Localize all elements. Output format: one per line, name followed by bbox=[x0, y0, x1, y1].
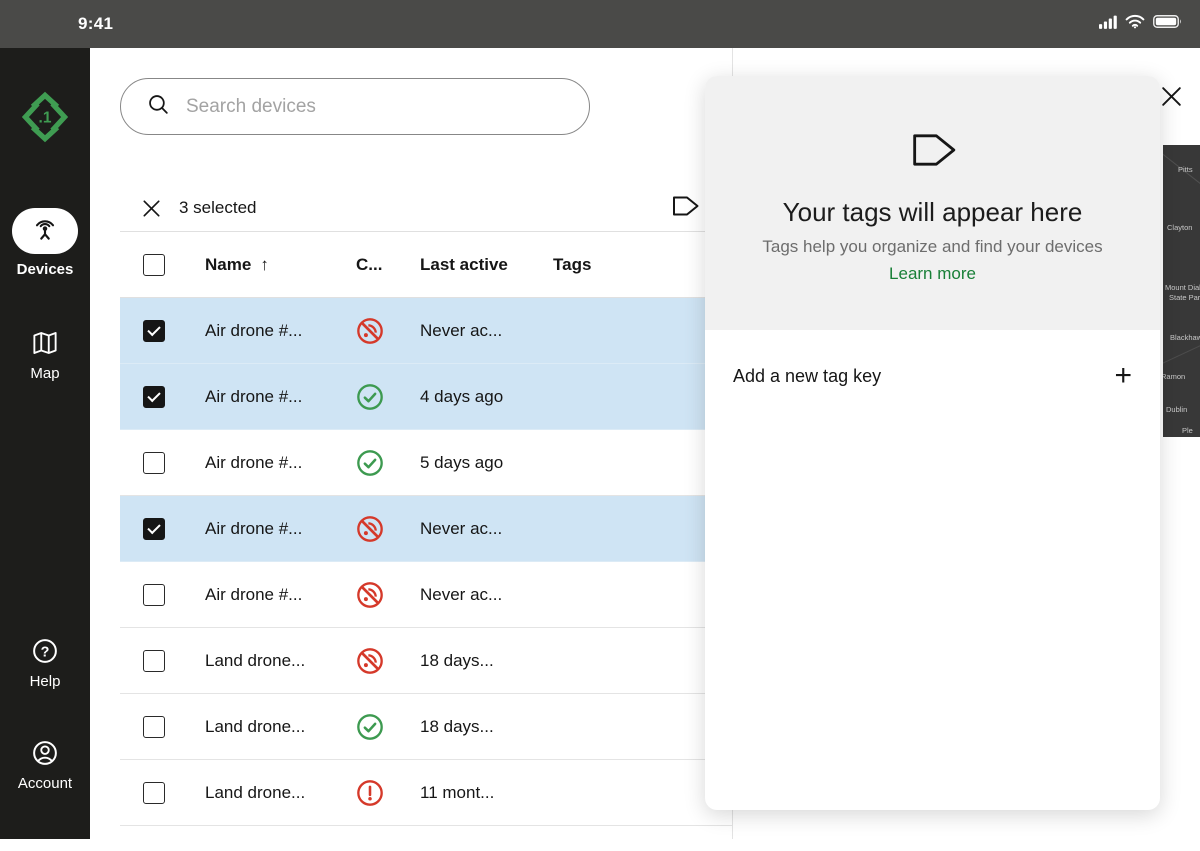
tag-icon bbox=[907, 130, 959, 175]
map-place-label: Ramon bbox=[1163, 372, 1185, 381]
add-tag-plus-button[interactable]: + bbox=[1114, 361, 1132, 391]
last-active-cell: 5 days ago bbox=[420, 430, 503, 496]
table-row[interactable]: Land drone... 11 mont... bbox=[120, 760, 732, 826]
row-checkbox[interactable] bbox=[143, 782, 165, 804]
last-active-cell: 4 days ago bbox=[420, 364, 503, 430]
map-place-label: Mount Diabl bbox=[1165, 283, 1200, 292]
sidebar-item-label: Help bbox=[0, 673, 90, 690]
sort-ascending-icon: ↑ bbox=[260, 255, 269, 274]
sidebar-item-label: Account bbox=[0, 775, 90, 792]
selection-count: 3 selected bbox=[179, 198, 257, 218]
app-screen: 9:41 bbox=[0, 0, 1200, 851]
search-bar bbox=[120, 78, 590, 135]
map-thumbnail[interactable]: Pitts Clayton Mount DiablState Park Blackha… bbox=[1163, 145, 1200, 437]
last-active-cell: Never ac... bbox=[420, 496, 502, 562]
tags-empty-state: Your tags will appear here Tags help you… bbox=[705, 76, 1160, 330]
connectivity-online-icon bbox=[356, 713, 384, 741]
broadcast-icon bbox=[30, 214, 60, 249]
map-icon bbox=[0, 328, 90, 358]
row-checkbox[interactable] bbox=[143, 452, 165, 474]
sidebar: .1 Devices bbox=[0, 48, 90, 839]
connectivity-offline-icon bbox=[356, 515, 384, 543]
device-table-header: Name↑ C... Last active Tags bbox=[120, 232, 732, 298]
table-row[interactable]: Air drone #... Never ac... bbox=[120, 298, 732, 364]
status-bar: 9:41 bbox=[0, 0, 1200, 48]
table-row[interactable]: Land drone... 18 days... bbox=[120, 628, 732, 694]
svg-text:?: ? bbox=[41, 644, 50, 660]
row-checkbox[interactable] bbox=[143, 320, 165, 342]
device-name: Air drone #... bbox=[205, 562, 302, 628]
column-header-tags[interactable]: Tags bbox=[553, 232, 591, 298]
table-row[interactable]: Air drone #... 5 days ago bbox=[120, 430, 732, 496]
sidebar-item-label: Devices bbox=[0, 261, 90, 278]
connectivity-offline-icon bbox=[356, 647, 384, 675]
select-all-checkbox[interactable] bbox=[143, 254, 165, 276]
device-name: Air drone #... bbox=[205, 430, 302, 496]
map-place-label: Ple bbox=[1182, 426, 1193, 435]
last-active-cell: 11 mont... bbox=[420, 760, 494, 826]
row-checkbox[interactable] bbox=[143, 386, 165, 408]
sidebar-item-map[interactable]: Map bbox=[0, 328, 90, 382]
connectivity-offline-icon bbox=[356, 317, 384, 345]
learn-more-link[interactable]: Learn more bbox=[889, 264, 976, 284]
tag-selected-button[interactable] bbox=[670, 193, 700, 219]
sidebar-item-help[interactable]: ? Help bbox=[0, 636, 90, 690]
column-header-last-active[interactable]: Last active bbox=[420, 232, 508, 298]
last-active-cell: Never ac... bbox=[420, 562, 502, 628]
cellular-signal-icon bbox=[1099, 15, 1117, 34]
last-active-cell: 18 days... bbox=[420, 628, 494, 694]
map-place-label: Clayton bbox=[1167, 223, 1192, 232]
app-logo: .1 bbox=[16, 86, 74, 148]
map-place-label: Dublin bbox=[1166, 405, 1187, 414]
search-icon bbox=[146, 92, 171, 122]
devices-active-pill bbox=[12, 208, 78, 254]
status-icons bbox=[1099, 0, 1182, 48]
sidebar-item-devices[interactable]: Devices bbox=[0, 208, 90, 278]
table-row[interactable]: Air drone #... 4 days ago bbox=[120, 364, 732, 430]
sidebar-item-label: Map bbox=[0, 365, 90, 382]
device-name: Land drone... bbox=[205, 628, 305, 694]
add-tag-row[interactable]: Add a new tag key + bbox=[705, 350, 1160, 402]
device-name: Land drone... bbox=[205, 760, 305, 826]
account-icon bbox=[0, 738, 90, 768]
tags-modal: Your tags will appear here Tags help you… bbox=[705, 76, 1160, 810]
map-place-label: Blackhaw bbox=[1170, 333, 1200, 342]
tags-empty-title: Your tags will appear here bbox=[783, 197, 1083, 228]
connectivity-alert-icon bbox=[356, 779, 384, 807]
row-checkbox[interactable] bbox=[143, 650, 165, 672]
device-name: Air drone #... bbox=[205, 496, 302, 562]
last-active-cell: 18 days... bbox=[420, 694, 494, 760]
help-icon: ? bbox=[0, 636, 90, 666]
device-name: Air drone #... bbox=[205, 364, 302, 430]
search-input[interactable] bbox=[184, 95, 568, 119]
clear-selection-button[interactable] bbox=[140, 197, 163, 220]
row-checkbox[interactable] bbox=[143, 716, 165, 738]
tags-empty-subtitle: Tags help you organize and find your dev… bbox=[762, 237, 1102, 257]
connectivity-online-icon bbox=[356, 449, 384, 477]
map-place-label: State Park bbox=[1169, 293, 1200, 302]
add-tag-label: Add a new tag key bbox=[733, 366, 881, 387]
row-checkbox[interactable] bbox=[143, 518, 165, 540]
table-row[interactable]: Air drone #... Never ac... bbox=[120, 562, 732, 628]
column-header-name[interactable]: Name↑ bbox=[205, 232, 269, 298]
table-row[interactable]: Land drone... 18 days... bbox=[120, 694, 732, 760]
battery-icon bbox=[1153, 15, 1182, 33]
map-place-label: Pitts bbox=[1178, 165, 1193, 174]
panel-close-button[interactable] bbox=[1159, 84, 1184, 109]
selection-bar: 3 selected bbox=[120, 185, 732, 231]
column-header-connectivity[interactable]: C... bbox=[356, 232, 382, 298]
connectivity-online-icon bbox=[356, 383, 384, 411]
status-time: 9:41 bbox=[78, 0, 113, 48]
device-name: Land drone... bbox=[205, 694, 305, 760]
sidebar-item-account[interactable]: Account bbox=[0, 738, 90, 792]
connectivity-offline-icon bbox=[356, 581, 384, 609]
wifi-icon bbox=[1125, 14, 1145, 34]
device-name: Air drone #... bbox=[205, 298, 302, 364]
logo-text: .1 bbox=[39, 110, 52, 127]
last-active-cell: Never ac... bbox=[420, 298, 502, 364]
row-checkbox[interactable] bbox=[143, 584, 165, 606]
table-row[interactable]: Air drone #... Never ac... bbox=[120, 496, 732, 562]
device-table-body: Air drone #... Never ac... Air drone #..… bbox=[120, 298, 732, 826]
